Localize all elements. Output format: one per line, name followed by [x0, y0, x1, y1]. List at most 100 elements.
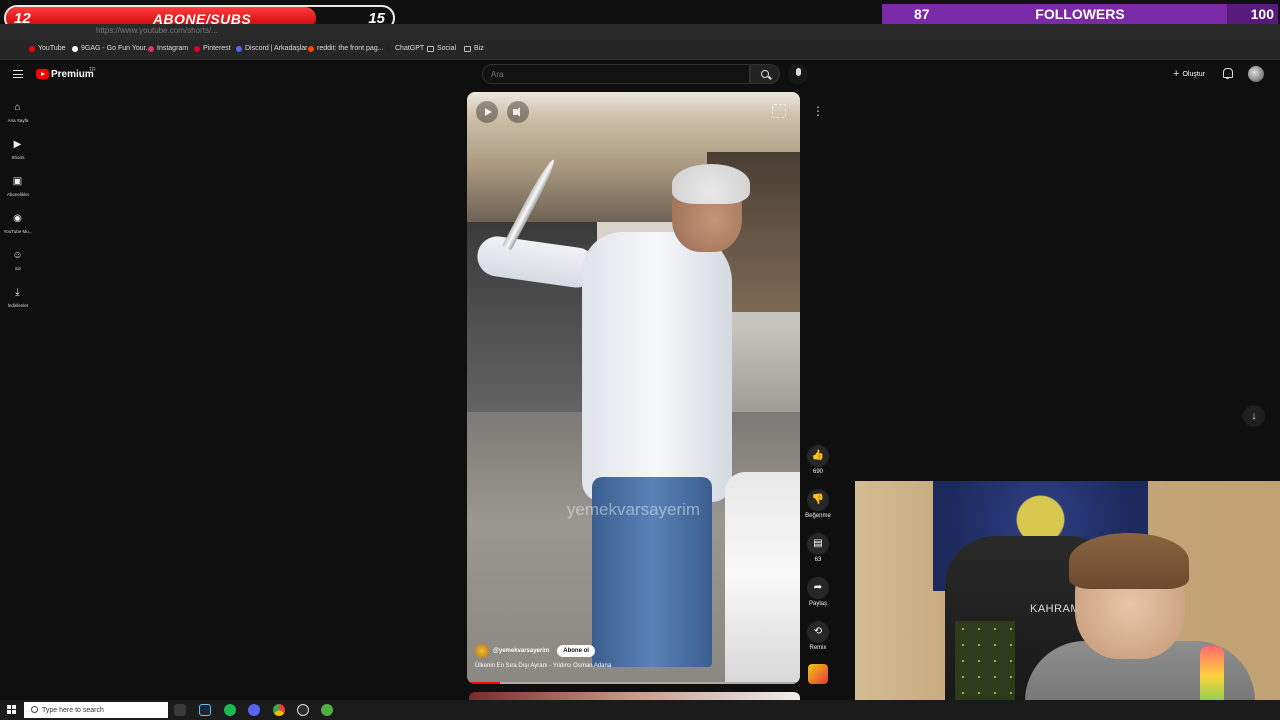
sidebar-item-label: Siz	[14, 266, 22, 271]
youtube-logo-icon[interactable]	[36, 69, 49, 79]
menu-icon[interactable]	[13, 70, 23, 78]
video-title[interactable]: Ülkenin En Sıra Dışı Ayranı - Yıldırcı O…	[475, 663, 611, 669]
search-box[interactable]	[482, 64, 750, 84]
bookmark-label: Discord | Arkadaşlar	[245, 45, 308, 52]
like-count: 690	[812, 469, 823, 475]
address-url[interactable]: https://www.youtube.com/shorts/...	[96, 26, 218, 35]
create-button[interactable]: + Oluştur	[1164, 65, 1214, 83]
voice-search-icon[interactable]	[788, 64, 808, 84]
task-view-icon[interactable]	[174, 704, 186, 716]
chrome-icon[interactable]	[273, 704, 285, 716]
you-icon: ☺	[12, 250, 23, 261]
folder-icon	[464, 45, 471, 52]
comment-count: 63	[814, 557, 822, 563]
bookmark-label: reddit: the front pag...	[317, 45, 384, 52]
webcam-overlay: KAHRAM	[855, 481, 1280, 720]
folder-icon	[427, 45, 434, 52]
channel-row: @yemekvarsayerim Abone ol	[475, 643, 595, 659]
bookmark-label: 9GAG - Go Fun Your...	[81, 45, 152, 52]
sidebar-item-label: Shorts	[11, 155, 25, 160]
search-button[interactable]	[750, 64, 780, 84]
video-frame	[672, 164, 750, 204]
youtube-logo-region: TR	[89, 67, 96, 73]
sidebar-item-label: İndirilenler	[7, 303, 29, 308]
share-label: Paylaş	[808, 601, 827, 607]
volume-icon[interactable]	[507, 101, 529, 123]
sidebar-item-subscriptions[interactable]: ▣ Abonelikler	[0, 168, 36, 202]
bookmark-label: Biz	[474, 45, 484, 52]
youtube-logo-text[interactable]: Premium	[51, 69, 94, 80]
home-icon: ⌂	[14, 102, 21, 113]
fullscreen-icon[interactable]	[772, 104, 786, 118]
bookmark-item[interactable]: Discord | Arkadaşlar	[236, 45, 308, 52]
bookmark-label: Social	[437, 45, 457, 52]
shorts-video-player[interactable]: yemekvarsayerim @yemekvarsayerim Abone o…	[467, 92, 800, 684]
avatar[interactable]	[1248, 66, 1264, 82]
bookmark-item[interactable]: reddit: the front pag...	[308, 45, 384, 52]
bookmark-favicon-icon	[308, 45, 314, 52]
video-watermark: yemekvarsayerim	[566, 500, 701, 519]
bookmark-label: YouTube	[38, 45, 66, 52]
subscriptions-icon: ▣	[12, 176, 23, 187]
bookmark-label: ChatGPT	[395, 45, 425, 52]
share-icon: ➦	[807, 577, 829, 599]
sidebar: ⌂ Ana Sayfa ▶ Shorts ▣ Abonelikler ◉ You…	[0, 90, 36, 320]
video-progress-bar[interactable]	[467, 682, 800, 684]
sidebar-item-youtube-music[interactable]: ◉ YouTube Mu...	[0, 205, 36, 239]
followers-goal-bar: FOLLOWERS 87 100	[882, 4, 1278, 24]
sidebar-item-label: YouTube Mu...	[3, 229, 33, 234]
dislike-label: Beğenme	[805, 513, 831, 519]
thumbs-down-icon: 👎	[807, 489, 829, 511]
browser-address-bar[interactable]: https://www.youtube.com/shorts/...	[0, 24, 1280, 59]
youtube-header: Premium TR +Oluştur	[0, 61, 1280, 89]
streamer-hair	[1069, 533, 1189, 589]
taskbar: Type here to search	[0, 700, 1280, 720]
more-options-icon[interactable]: ⋮	[811, 102, 825, 120]
bookmark-item[interactable]: Biz	[464, 45, 484, 52]
followers-goal-current: 87	[914, 6, 930, 22]
create-label: Oluştur	[1182, 70, 1205, 78]
youtube-music-icon: ◉	[13, 213, 22, 224]
comment-icon: ▤	[807, 533, 829, 555]
bookmark-favicon-icon	[236, 45, 242, 52]
plus-icon: +	[1173, 68, 1180, 80]
arrow-down-icon[interactable]: ↓	[1243, 405, 1265, 427]
sidebar-item-label: Abonelikler	[6, 192, 30, 197]
notifications-icon[interactable]	[1222, 68, 1233, 79]
sidebar-item-downloads[interactable]: ⤓ İndirilenler	[0, 279, 36, 313]
obs-icon[interactable]	[297, 704, 309, 716]
search-input[interactable]	[491, 68, 731, 80]
sidebar-item-you[interactable]: ☺ Siz	[0, 242, 36, 276]
windows-start-icon[interactable]	[7, 705, 16, 714]
followers-goal-target: 100	[1250, 6, 1274, 22]
bookmark-item[interactable]: ChatGPT	[386, 45, 424, 52]
bookmark-item[interactable]: 9GAG - Go Fun Your...	[72, 45, 151, 52]
video-frame	[582, 232, 732, 502]
xbox-icon[interactable]	[321, 704, 333, 716]
bookmark-favicon-icon	[194, 45, 200, 52]
sidebar-item-home[interactable]: ⌂ Ana Sayfa	[0, 94, 36, 128]
chair-text: KAHRAM	[1030, 603, 1081, 615]
bookmark-label: Instagram	[157, 45, 189, 52]
channel-name[interactable]: @yemekvarsayerim	[493, 648, 549, 654]
remix-label: Remix	[809, 645, 827, 651]
remix-icon: ⟲	[807, 621, 829, 643]
taskbar-search-placeholder: Type here to search	[42, 706, 104, 714]
sound-thumbnail[interactable]	[808, 664, 828, 684]
spotify-icon[interactable]	[224, 704, 236, 716]
bookmark-item[interactable]: YouTube	[29, 45, 66, 52]
discord-icon[interactable]	[248, 704, 260, 716]
video-progress-fill	[467, 682, 501, 684]
taskbar-search[interactable]: Type here to search	[24, 702, 168, 718]
play-icon[interactable]	[476, 101, 498, 123]
bookmark-item[interactable]: Instagram	[148, 45, 188, 52]
steam-icon[interactable]	[199, 704, 211, 716]
thumbs-up-icon: 👍	[807, 445, 829, 467]
subscribe-button[interactable]: Abone ol	[557, 645, 595, 657]
bookmark-favicon-icon	[72, 45, 78, 52]
bookmark-item[interactable]: Pinterest	[194, 45, 231, 52]
bookmark-item[interactable]: Social	[427, 45, 456, 52]
channel-avatar[interactable]	[475, 644, 489, 658]
bookmark-favicon-icon	[29, 45, 35, 52]
sidebar-item-shorts[interactable]: ▶ Shorts	[0, 131, 36, 165]
